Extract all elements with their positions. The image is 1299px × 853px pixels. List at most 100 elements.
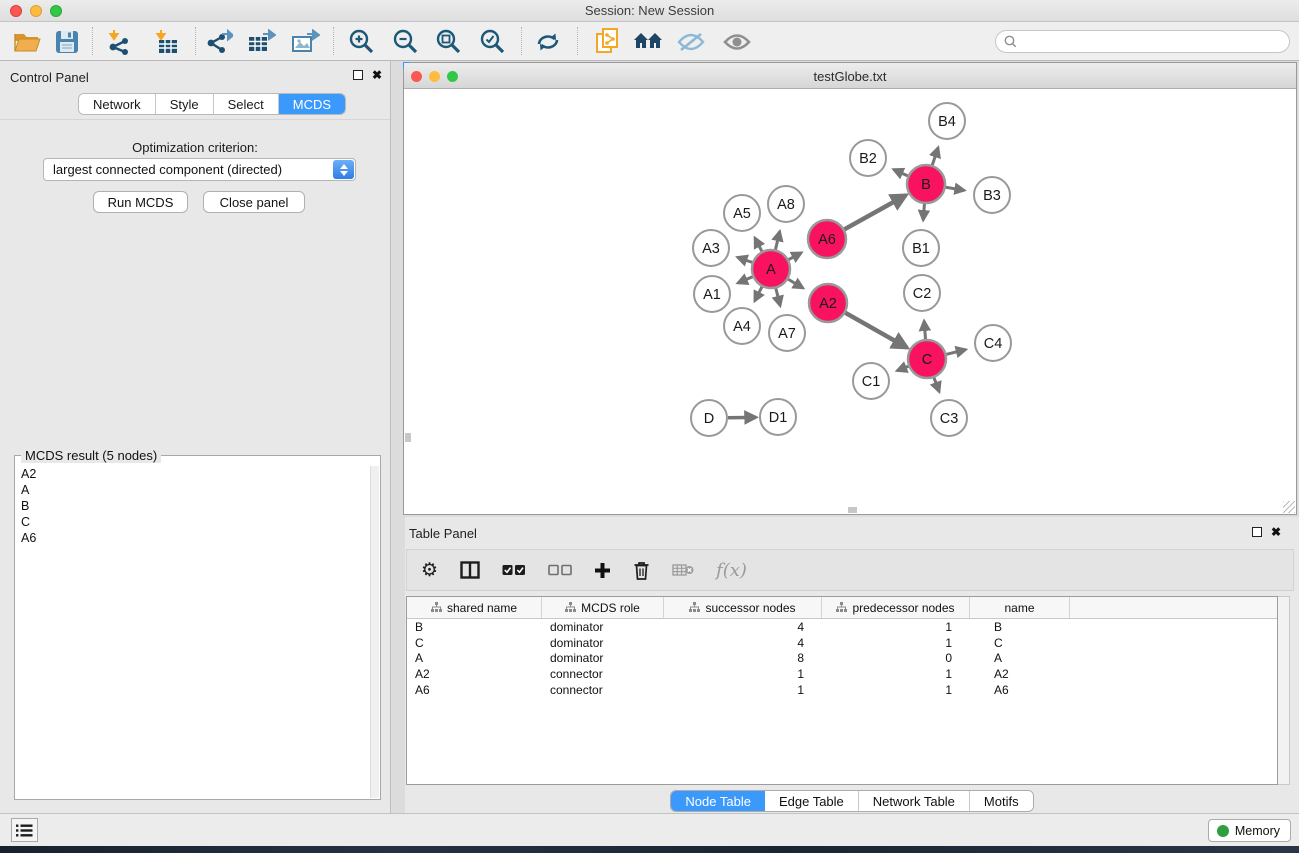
function-builder-icon[interactable]: f(x)	[716, 560, 747, 581]
table-cell[interactable]: dominator	[542, 620, 664, 634]
table-cell[interactable]: 1	[822, 620, 970, 634]
tab-mcds[interactable]: MCDS	[279, 94, 345, 114]
graph-edge-A-A5[interactable]	[755, 238, 762, 251]
network-window-titlebar[interactable]: testGlobe.txt	[404, 63, 1296, 89]
splitter-handle[interactable]	[405, 433, 411, 442]
graph-node-B[interactable]: B	[907, 165, 945, 203]
first-neighbors-button[interactable]	[629, 26, 667, 57]
open-session-button[interactable]	[8, 26, 46, 57]
float-table-panel-icon[interactable]	[1252, 527, 1262, 537]
zoom-out-button[interactable]	[387, 26, 425, 57]
table-cell[interactable]: connector	[542, 667, 664, 681]
network-canvas[interactable]: AA1A2A3A4A5A6A7A8BB1B2B3B4CC1C2C3C4DD1	[404, 89, 1296, 514]
table-cell[interactable]: 1	[664, 683, 822, 697]
graph-edge-A6-B[interactable]	[844, 195, 905, 229]
tab-motifs[interactable]: Motifs	[970, 791, 1033, 811]
graph-node-B3[interactable]: B3	[974, 177, 1010, 213]
settings-gear-icon[interactable]: ⚙	[421, 561, 438, 580]
table-cell[interactable]: 1	[664, 667, 822, 681]
graph-node-A8[interactable]: A8	[768, 186, 804, 222]
export-network-button[interactable]	[200, 26, 238, 57]
resize-grip[interactable]	[1283, 501, 1295, 513]
new-network-from-selection-button[interactable]	[589, 26, 627, 57]
zoom-fit-button[interactable]	[430, 26, 468, 57]
graph-node-C[interactable]: C	[908, 340, 946, 378]
optimization-criterion-select[interactable]: largest connected component (directed)	[43, 158, 356, 181]
column-header-MCDS-role[interactable]: MCDS role	[542, 597, 664, 618]
table-cell[interactable]: dominator	[542, 636, 664, 650]
table-cell[interactable]: C	[970, 636, 1070, 650]
export-table-button[interactable]	[243, 26, 281, 57]
graph-edge-A-A4[interactable]	[755, 287, 762, 301]
table-cell[interactable]: 8	[664, 651, 822, 665]
graph-node-C2[interactable]: C2	[904, 275, 940, 311]
graph-node-D[interactable]: D	[691, 400, 727, 436]
delete-row-trash-icon[interactable]	[633, 561, 650, 580]
table-cell[interactable]: 4	[664, 620, 822, 634]
search-input[interactable]	[1022, 35, 1281, 49]
graph-edge-C-C1[interactable]	[897, 366, 908, 370]
table-cell[interactable]: 1	[822, 683, 970, 697]
column-header-name[interactable]: name	[970, 597, 1070, 618]
graph-node-A7[interactable]: A7	[769, 315, 805, 351]
table-row[interactable]: Adominator80A	[407, 651, 1277, 667]
table-cell[interactable]: A	[407, 651, 542, 665]
graph-node-D1[interactable]: D1	[760, 399, 796, 435]
graph-edge-A2-C[interactable]	[845, 313, 907, 348]
graph-node-B1[interactable]: B1	[903, 230, 939, 266]
columns-icon[interactable]	[460, 561, 480, 579]
search-field[interactable]	[995, 30, 1290, 53]
graph-node-B2[interactable]: B2	[850, 140, 886, 176]
table-cell[interactable]: A2	[407, 667, 542, 681]
splitter-handle[interactable]	[848, 507, 857, 513]
graph-edge-B-B4[interactable]	[932, 148, 938, 165]
table-cell[interactable]: 0	[822, 651, 970, 665]
table-row[interactable]: Bdominator41B	[407, 619, 1277, 635]
graph-edge-A-A8[interactable]	[775, 231, 779, 249]
graph-edge-A-A7[interactable]	[776, 288, 780, 305]
result-scrollbar[interactable]	[370, 466, 379, 798]
hide-selected-button[interactable]	[672, 26, 710, 57]
close-panel-icon[interactable]: ✖	[372, 70, 382, 80]
tab-select[interactable]: Select	[214, 94, 279, 114]
table-scrollbar[interactable]	[1278, 596, 1290, 785]
graph-edge-B-B1[interactable]	[923, 204, 924, 220]
graph-edge-A-A6[interactable]	[789, 253, 802, 260]
table-cell[interactable]: connector	[542, 683, 664, 697]
mcds-result-item[interactable]: C	[21, 514, 370, 530]
delete-table-icon[interactable]	[672, 563, 694, 577]
graph-edge-C-C4[interactable]	[946, 350, 965, 355]
table-cell[interactable]: 4	[664, 636, 822, 650]
graph-node-A1[interactable]: A1	[694, 276, 730, 312]
table-cell[interactable]: 1	[822, 667, 970, 681]
deselect-all-checkboxes-icon[interactable]	[548, 564, 572, 576]
table-cell[interactable]: A	[970, 651, 1070, 665]
add-row-icon[interactable]	[594, 562, 611, 579]
table-cell[interactable]: 1	[822, 636, 970, 650]
table-cell[interactable]: dominator	[542, 651, 664, 665]
tab-network[interactable]: Network	[79, 94, 156, 114]
zoom-selected-button[interactable]	[474, 26, 512, 57]
import-table-button[interactable]	[147, 26, 185, 57]
tab-network-table[interactable]: Network Table	[859, 791, 970, 811]
graph-edge-B-B2[interactable]	[894, 169, 908, 175]
table-cell[interactable]: A6	[970, 683, 1070, 697]
graph-edge-A-A3[interactable]	[737, 257, 752, 262]
graph-node-A[interactable]: A	[752, 250, 790, 288]
float-panel-icon[interactable]	[353, 70, 363, 80]
table-cell[interactable]: B	[407, 620, 542, 634]
column-header-shared-name[interactable]: shared name	[407, 597, 542, 618]
graph-node-C3[interactable]: C3	[931, 400, 967, 436]
column-header-predecessor-nodes[interactable]: predecessor nodes	[822, 597, 970, 618]
graph-node-A5[interactable]: A5	[724, 195, 760, 231]
table-cell[interactable]: B	[970, 620, 1070, 634]
node-table[interactable]: shared nameMCDS rolesuccessor nodesprede…	[406, 596, 1278, 785]
mcds-result-item[interactable]: A6	[21, 530, 370, 546]
close-table-panel-icon[interactable]: ✖	[1271, 527, 1281, 537]
graph-edge-C-C3[interactable]	[934, 378, 939, 392]
column-header-successor-nodes[interactable]: successor nodes	[664, 597, 822, 618]
tab-node-table[interactable]: Node Table	[671, 791, 765, 811]
table-row[interactable]: A2connector11A2	[407, 666, 1277, 682]
show-all-button[interactable]	[718, 26, 756, 57]
task-history-button[interactable]	[11, 818, 38, 842]
